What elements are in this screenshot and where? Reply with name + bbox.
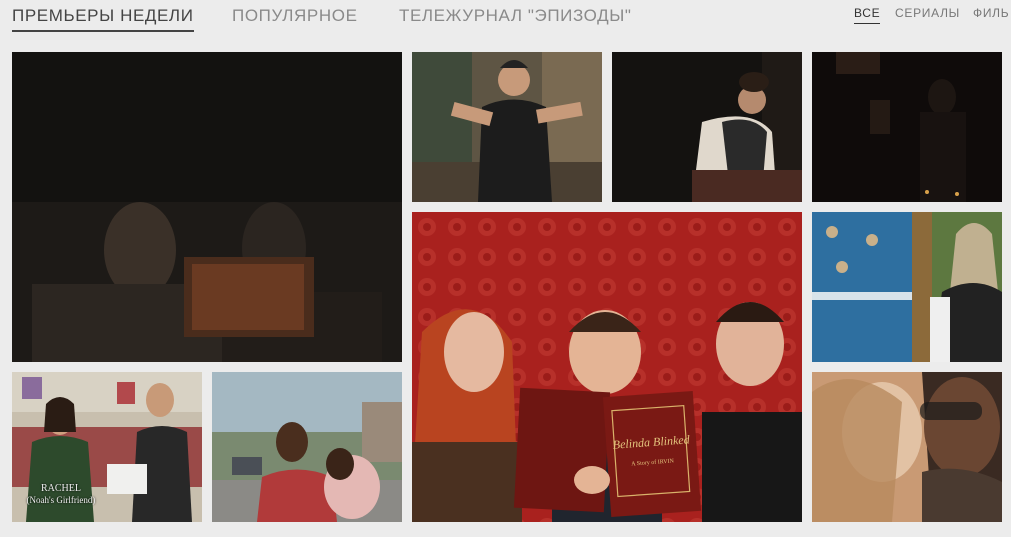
tab-premieres-of-week[interactable]: ПРЕМЬЕРЫ НЕДЕЛИ bbox=[12, 6, 194, 32]
show-tile-blue-wall-woman[interactable] bbox=[812, 212, 1002, 362]
top-navigation: ПРЕМЬЕРЫ НЕДЕЛИ ПОПУЛЯРНОЕ ТЕЛЕЖУРНАЛ "Э… bbox=[0, 0, 1011, 42]
show-thumbnail-image bbox=[12, 52, 402, 362]
rachel-caption-role: (Noah's Girlfriend) bbox=[26, 495, 96, 505]
show-tile-street-boy[interactable] bbox=[212, 372, 402, 522]
show-thumbnail-image bbox=[412, 52, 602, 202]
filter-series[interactable]: СЕРИАЛЫ bbox=[895, 6, 960, 20]
tab-tv-magazine-episodes[interactable]: ТЕЛЕЖУРНАЛ "ЭПИЗОДЫ" bbox=[399, 6, 632, 26]
tab-popular[interactable]: ПОПУЛЯРНОЕ bbox=[232, 6, 358, 26]
filter-all[interactable]: ВСЕ bbox=[854, 6, 881, 24]
show-tile-hug[interactable] bbox=[812, 372, 1002, 522]
show-thumbnail-image bbox=[812, 212, 1002, 362]
show-tile-rachel[interactable]: RACHEL (Noah's Girlfriend) bbox=[12, 372, 202, 522]
show-tile-woman-piano[interactable] bbox=[612, 52, 802, 202]
show-thumbnail-image: Belinda Blinked A Story of IRVIN bbox=[412, 212, 802, 522]
show-thumbnail-image bbox=[812, 52, 1002, 202]
filter-films[interactable]: ФИЛЬ bbox=[973, 6, 1009, 20]
show-tile-man-workshop[interactable] bbox=[412, 52, 602, 202]
show-thumbnail-image bbox=[212, 372, 402, 522]
show-thumbnail-image bbox=[612, 52, 802, 202]
rachel-caption-name: RACHEL bbox=[41, 483, 81, 494]
show-tile-belinda-blinked[interactable]: Belinda Blinked A Story of IRVIN bbox=[412, 212, 802, 522]
show-thumbnail-image bbox=[812, 372, 1002, 522]
show-tile-dark-room[interactable] bbox=[812, 52, 1002, 202]
show-tile-dark-scene[interactable] bbox=[12, 52, 402, 362]
